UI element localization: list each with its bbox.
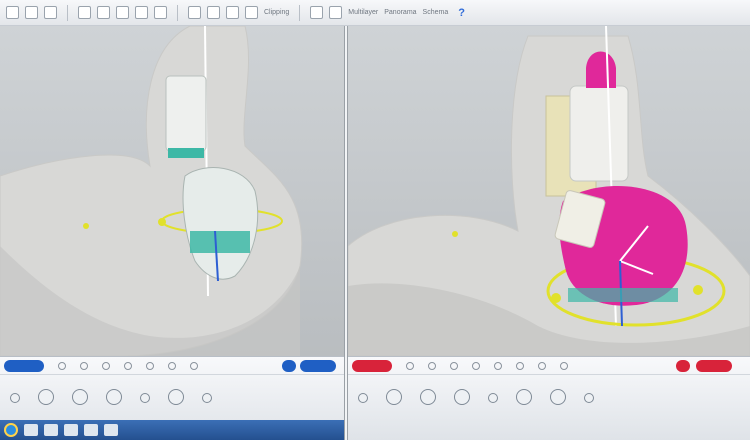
option-icon[interactable] <box>560 361 568 370</box>
clipping-icon[interactable] <box>245 6 258 19</box>
save-icon[interactable] <box>44 6 57 19</box>
crop-icon[interactable] <box>226 6 239 19</box>
option-icon[interactable] <box>124 361 132 370</box>
help-button[interactable]: ? <box>458 7 465 19</box>
axis-tool-icon[interactable] <box>454 389 470 405</box>
option-icon[interactable] <box>428 361 436 370</box>
play-button[interactable] <box>282 360 296 372</box>
redo-icon[interactable] <box>97 6 110 19</box>
right-tool-panel <box>348 356 750 440</box>
info-icon[interactable] <box>358 393 368 403</box>
os-taskbar <box>0 420 344 440</box>
zoom-tool-icon[interactable] <box>488 393 498 403</box>
main-toolbar: Clipping Multilayer Panorama Schema ? <box>0 0 750 26</box>
clipping-label[interactable]: Clipping <box>264 9 289 16</box>
option-icon[interactable] <box>450 361 458 370</box>
measure-icon[interactable] <box>207 6 220 19</box>
implant-teal-part <box>568 288 678 302</box>
toolbar-divider <box>67 4 68 21</box>
view-icon[interactable] <box>329 6 343 19</box>
orbit-tool-icon[interactable] <box>516 389 532 405</box>
taskbar-app-icon[interactable] <box>104 424 118 436</box>
move-tool-icon[interactable] <box>72 389 88 405</box>
open-icon[interactable] <box>25 6 38 19</box>
right-scene <box>348 26 750 356</box>
option-icon[interactable] <box>102 361 110 370</box>
move-tool-icon[interactable] <box>420 389 436 405</box>
anchor-point <box>452 231 458 237</box>
left-scene <box>0 26 303 356</box>
toolbar-divider <box>177 4 178 21</box>
rotate-tool-icon[interactable] <box>386 389 402 405</box>
rotate-tool-icon[interactable] <box>38 389 54 405</box>
snap-tool-icon[interactable] <box>550 389 566 405</box>
left-3d-viewport[interactable] <box>0 26 344 356</box>
taskbar-app-icon[interactable] <box>24 424 38 436</box>
ring-handle <box>551 293 561 303</box>
layer-icon[interactable] <box>310 6 324 19</box>
right-mode-toggle[interactable] <box>696 360 732 372</box>
schema-label[interactable]: Schema <box>423 9 449 16</box>
sleeve-model <box>165 75 207 152</box>
left-mode-toggle[interactable] <box>300 360 336 372</box>
select-icon[interactable] <box>116 6 129 19</box>
orbit-tool-icon[interactable] <box>168 389 184 405</box>
right-view-tab[interactable] <box>352 359 392 372</box>
option-icon[interactable] <box>494 361 502 370</box>
zoom-icon[interactable] <box>188 6 201 19</box>
option-icon[interactable] <box>406 361 414 370</box>
option-icon[interactable] <box>190 361 198 370</box>
option-icon[interactable] <box>538 361 546 370</box>
taskbar-app-icon[interactable] <box>64 424 78 436</box>
ring-handle <box>158 218 166 226</box>
play-button[interactable] <box>676 360 690 372</box>
implant-teal-part <box>190 231 250 253</box>
panorama-label[interactable]: Panorama <box>384 9 416 16</box>
ring-handle <box>693 285 703 295</box>
multilayer-label[interactable]: Multilayer <box>348 9 378 16</box>
right-3d-viewport[interactable] <box>348 26 750 356</box>
axis-tool-icon[interactable] <box>106 389 122 405</box>
undo-icon[interactable] <box>78 6 91 19</box>
left-view-tab[interactable] <box>4 359 44 372</box>
option-icon[interactable] <box>146 361 154 370</box>
rotate-icon[interactable] <box>135 6 148 19</box>
toolbar-divider <box>299 4 301 21</box>
right-tool-row <box>348 381 750 437</box>
taskbar-app-icon[interactable] <box>84 424 98 436</box>
option-icon[interactable] <box>168 361 176 370</box>
slider-icon[interactable] <box>584 393 594 403</box>
taskbar-app-icon[interactable] <box>44 424 58 436</box>
option-icon[interactable] <box>516 361 524 370</box>
option-icon[interactable] <box>80 361 88 370</box>
browser-icon[interactable] <box>4 423 18 437</box>
menu-icon[interactable] <box>6 6 19 19</box>
sleeve-base <box>168 148 204 158</box>
sleeve-body <box>569 85 629 182</box>
sleeve-cap <box>586 51 616 88</box>
option-icon[interactable] <box>472 361 480 370</box>
zoom-tool-icon[interactable] <box>140 393 150 403</box>
pan-icon[interactable] <box>154 6 167 19</box>
option-icon[interactable] <box>58 361 66 370</box>
anchor-point <box>83 223 89 229</box>
slider-icon[interactable] <box>202 393 212 403</box>
info-icon[interactable] <box>10 393 20 403</box>
